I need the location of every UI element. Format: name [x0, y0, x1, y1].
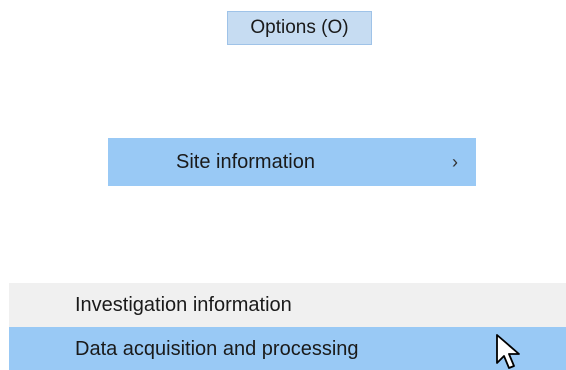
chevron-right-icon: ›	[452, 152, 458, 172]
screenshot-stage: Options (O) Site information › Investiga…	[0, 0, 566, 370]
menu-item-label: Site information	[176, 151, 315, 173]
options-menu[interactable]: Options (O)	[227, 11, 372, 45]
mouse-pointer-icon	[496, 334, 520, 369]
menu-item-investigation-information[interactable]: Investigation information	[9, 283, 566, 327]
menu-item-label: Investigation information	[75, 294, 292, 316]
menu-item-label: Data acquisition and processing	[75, 338, 359, 360]
menu-item-data-acquisition-and-processing[interactable]: Data acquisition and processing	[9, 327, 566, 370]
menu-item-site-information[interactable]: Site information ›	[108, 138, 476, 186]
